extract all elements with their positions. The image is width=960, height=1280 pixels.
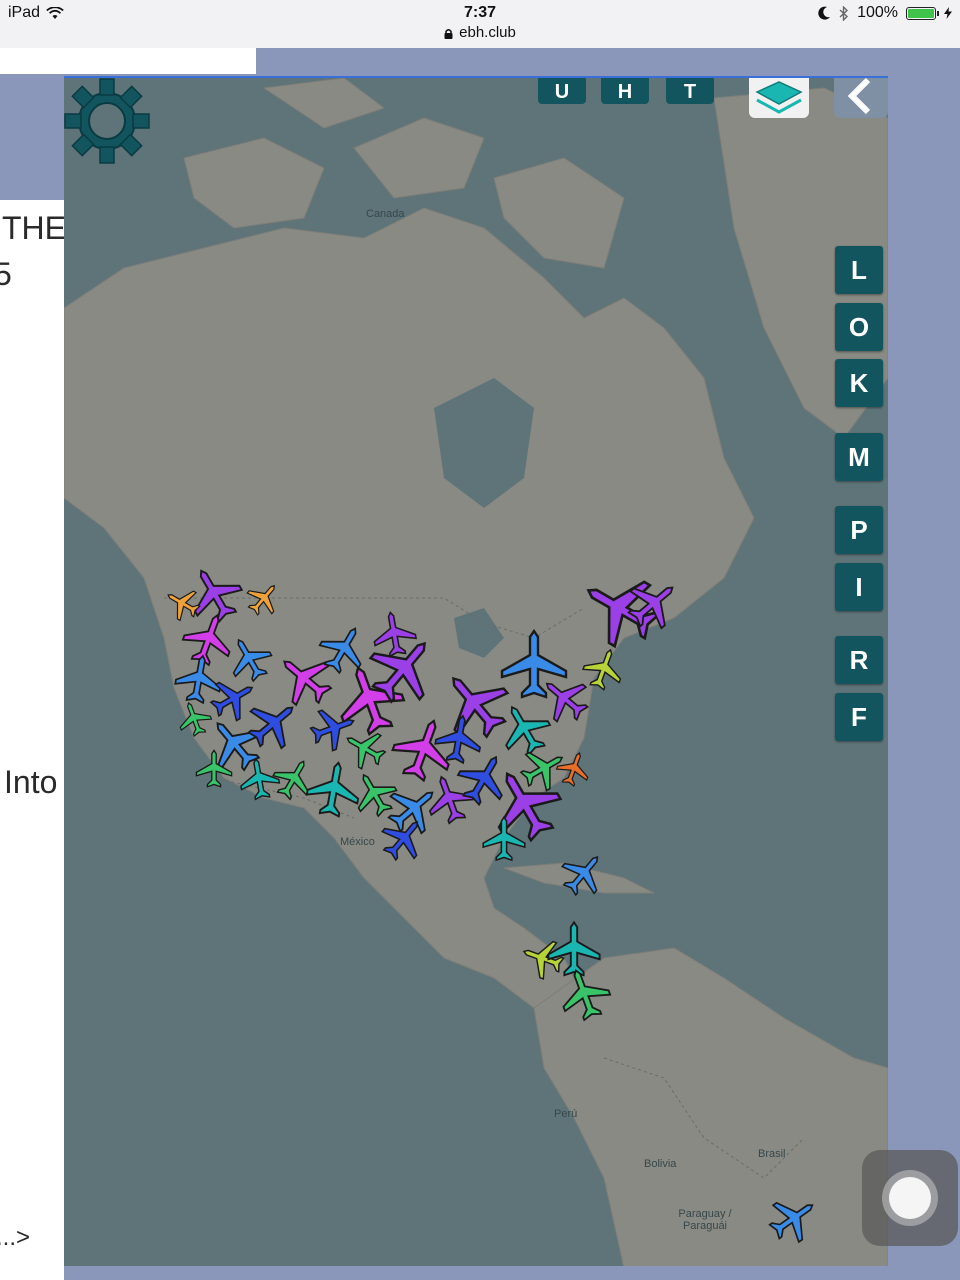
chevron-left-icon — [847, 78, 871, 115]
top-button-label: T — [683, 81, 697, 103]
status-bar: iPad 7:37 ebh.club 100% — [0, 0, 960, 48]
side-button-m[interactable]: M — [835, 433, 883, 481]
map-label: Brasil — [758, 1148, 786, 1160]
side-button-label: K — [849, 367, 869, 398]
page-text-fragment: Into — [4, 764, 58, 800]
status-right: 100% — [818, 4, 952, 22]
flight-map[interactable]: Canada México Perú Bolivia Brasil Paragu… — [64, 76, 888, 1266]
page-fragment-top — [0, 48, 256, 74]
map-label: Canada — [366, 208, 405, 220]
page-text-fragment: ...> — [0, 1224, 31, 1251]
clock: 7:37 — [463, 4, 497, 21]
moon-icon — [818, 6, 831, 20]
side-button-r[interactable]: R — [835, 636, 883, 684]
arctic-island — [262, 78, 386, 129]
side-button-label: R — [849, 644, 869, 675]
side-button-label: M — [848, 441, 870, 472]
battery-icon — [906, 6, 939, 20]
map-label: Bolivia — [644, 1158, 677, 1170]
side-button-k[interactable]: K — [835, 359, 883, 407]
url-text: ebh.club — [459, 24, 516, 41]
battery-percent: 100% — [857, 4, 898, 21]
layers-button[interactable] — [749, 78, 809, 118]
side-button-label: O — [848, 311, 870, 342]
map-label: Perú — [554, 1108, 578, 1120]
side-button-label: P — [850, 514, 868, 545]
top-button-h[interactable]: H — [601, 78, 649, 104]
top-button-label: H — [617, 81, 633, 103]
arctic-island — [493, 157, 625, 269]
layers-icon — [755, 81, 803, 114]
side-button-f[interactable]: F — [835, 693, 883, 741]
top-button-u[interactable]: U — [538, 78, 586, 104]
map-canvas[interactable] — [64, 78, 888, 1266]
side-button-i[interactable]: I — [835, 563, 883, 611]
address-bar[interactable]: ebh.club — [0, 23, 960, 43]
side-button-label: F — [851, 701, 867, 732]
arctic-island — [183, 137, 325, 229]
settings-gear-icon[interactable] — [64, 78, 150, 164]
map-label: Paraguay / Paraguái — [678, 1208, 732, 1232]
side-button-o[interactable]: O — [835, 303, 883, 351]
assistive-touch-button[interactable] — [862, 1150, 958, 1246]
back-button[interactable] — [834, 78, 888, 118]
page-text-fragment: 5 — [0, 256, 12, 292]
side-button-label: I — [855, 571, 863, 602]
lock-icon — [444, 28, 453, 39]
underlying-page: THE 5 Into ...> — [0, 200, 64, 1280]
map-label: México — [340, 836, 375, 848]
bluetooth-icon — [839, 5, 849, 21]
page-text-fragment: THE — [2, 210, 64, 246]
status-center: 7:37 ebh.club — [0, 3, 960, 43]
side-button-l[interactable]: L — [835, 246, 883, 294]
assistive-touch-core — [889, 1177, 931, 1219]
side-button-label: L — [851, 254, 867, 285]
charging-icon — [944, 7, 952, 19]
side-button-p[interactable]: P — [835, 506, 883, 554]
top-button-t[interactable]: T — [666, 78, 714, 104]
arctic-island — [353, 117, 485, 199]
top-button-label: U — [554, 81, 570, 103]
